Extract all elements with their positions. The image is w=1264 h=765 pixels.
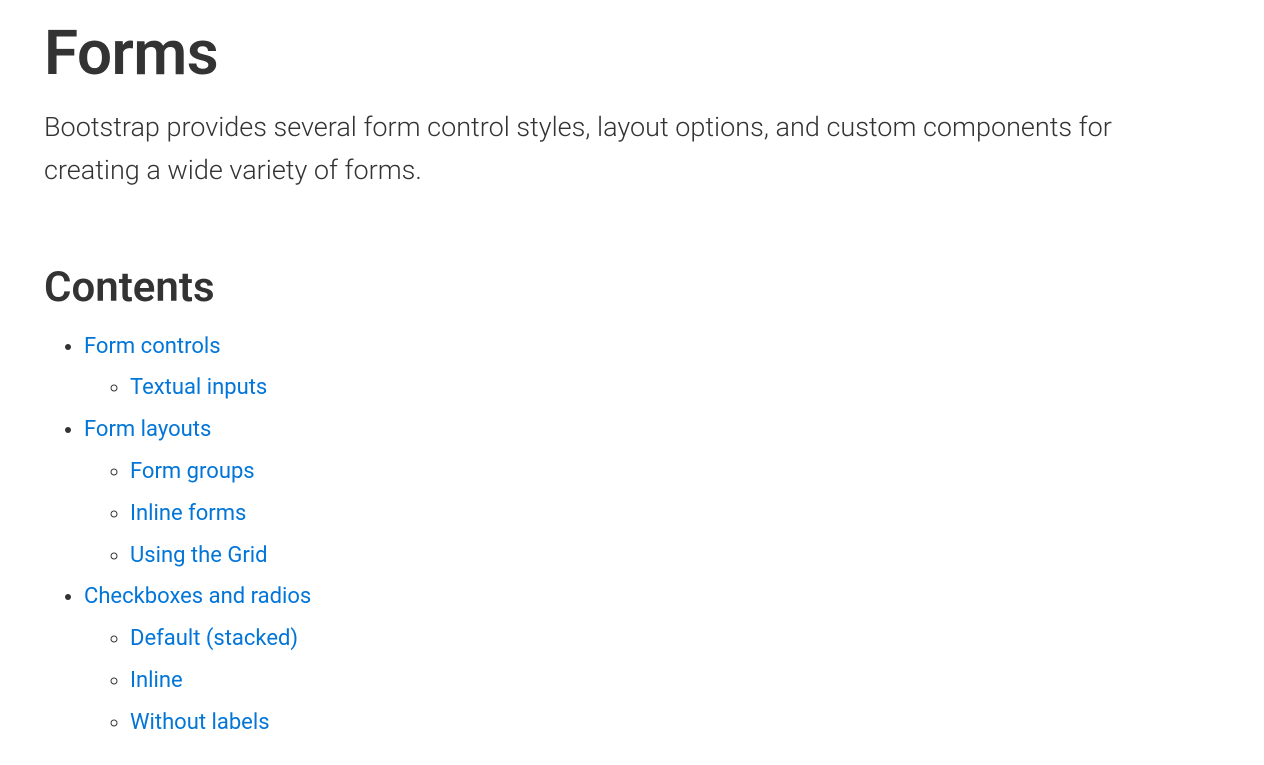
toc-item: Using the Grid — [130, 535, 1220, 577]
toc-item: Default (stacked) — [130, 618, 1220, 660]
toc-sublist: Default (stacked) Inline Without labels — [84, 618, 1220, 743]
toc-item: Form controls Textual inputs — [84, 326, 1220, 410]
page-lead: Bootstrap provides several form control … — [44, 106, 1194, 192]
toc-link-form-groups[interactable]: Form groups — [130, 459, 255, 484]
toc-item: Without labels — [130, 702, 1220, 744]
toc-item: Checkboxes and radios Default (stacked) … — [84, 576, 1220, 743]
toc-link-inline[interactable]: Inline — [130, 668, 183, 693]
table-of-contents: Form controls Textual inputs Form layout… — [44, 326, 1220, 744]
toc-item: Form layouts Form groups Inline forms Us… — [84, 409, 1220, 576]
toc-link-without-labels[interactable]: Without labels — [130, 710, 270, 735]
toc-sublist: Form groups Inline forms Using the Grid — [84, 451, 1220, 576]
page-title: Forms — [44, 20, 1220, 88]
toc-link-default-stacked[interactable]: Default (stacked) — [130, 626, 298, 651]
toc-link-using-the-grid[interactable]: Using the Grid — [130, 543, 268, 568]
toc-link-inline-forms[interactable]: Inline forms — [130, 501, 246, 526]
toc-link-form-layouts[interactable]: Form layouts — [84, 417, 211, 442]
toc-item: Form groups — [130, 451, 1220, 493]
toc-link-form-controls[interactable]: Form controls — [84, 334, 221, 359]
toc-link-textual-inputs[interactable]: Textual inputs — [130, 375, 267, 400]
toc-sublist: Textual inputs — [84, 367, 1220, 409]
toc-item: Textual inputs — [130, 367, 1220, 409]
toc-link-checkboxes-and-radios[interactable]: Checkboxes and radios — [84, 584, 311, 609]
toc-item: Inline — [130, 660, 1220, 702]
contents-heading: Contents — [44, 263, 1220, 312]
toc-item: Inline forms — [130, 493, 1220, 535]
